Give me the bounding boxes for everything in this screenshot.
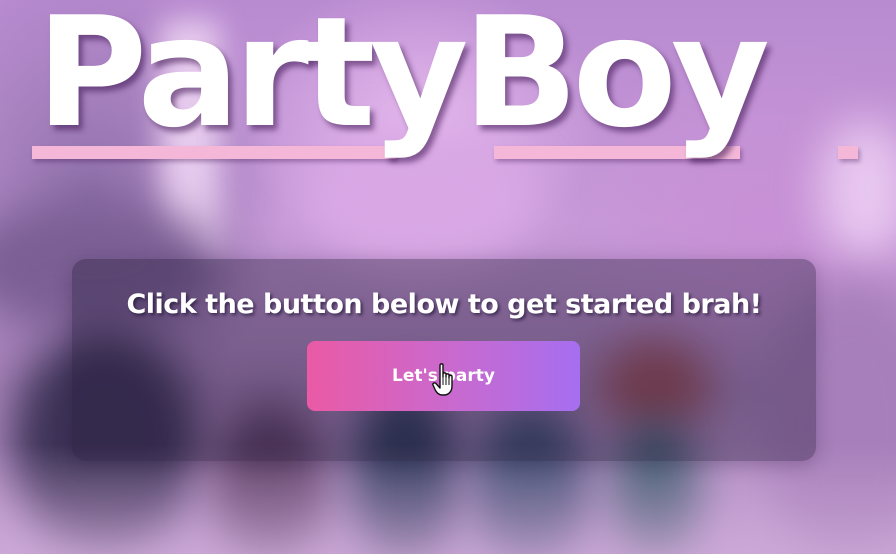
hand-pointer-cursor-icon	[432, 363, 453, 396]
page-title: PartyBoy	[36, 0, 770, 161]
welcome-card: Click the button below to get started br…	[72, 259, 816, 461]
title-block: PartyBoy	[0, 0, 896, 178]
title-underline	[838, 146, 858, 159]
welcome-message: Click the button below to get started br…	[126, 289, 762, 320]
